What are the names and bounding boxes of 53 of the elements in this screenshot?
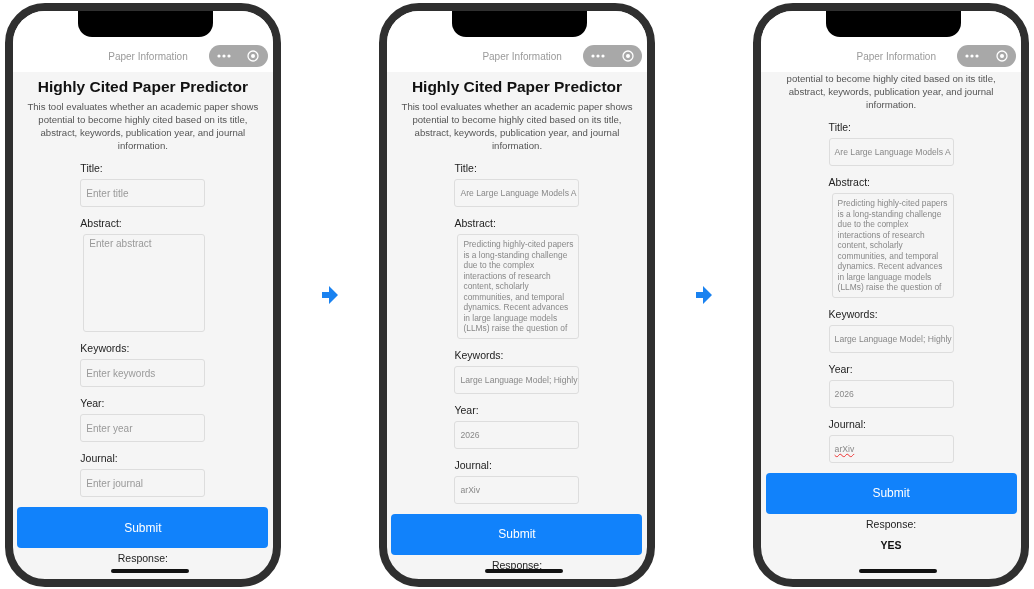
text-area[interactable]: Enter abstract [83,234,206,332]
input-field[interactable]: arXiv [454,475,580,504]
response-label: Response: [491,558,543,571]
field-label: Title: [828,121,852,134]
input-field[interactable]: Large Language Model; Highly [828,324,954,353]
field-label: Abstract: [828,176,872,189]
menu-capsule[interactable] [208,45,268,67]
submit-button[interactable]: Submit [17,507,269,548]
field-label: Year: [454,403,480,417]
input-field[interactable]: Are Large Language Models A [454,179,580,207]
text-area[interactable]: Predicting highly-cited papers is a long-standing challenge due to the complex interactions of research content, scholarly communities, and temporal dynamics. Recent advances in large language models (LLMs) raise the question of [831,193,954,298]
response-value: YES [880,538,902,551]
more-icon[interactable] [965,54,980,58]
right-arrow-icon [321,286,338,304]
input-field[interactable]: Enter year [80,414,206,442]
menu-capsule[interactable] [582,45,642,67]
input-field[interactable]: Large Language Model; Highly [454,365,580,394]
input-field[interactable]: 2026 [454,420,580,449]
description-text: potential to become highly cited based on its title, abstract, keywords, publication year, and journal information. [785,72,997,111]
description-text: This tool evaluates whether an academic paper shows potential to become highly cited based on its title, abstract, keywords, publication year, and journal information. [400,100,634,152]
input-field[interactable]: Are Large Language Models A [828,138,954,166]
input-field[interactable]: Enter journal [80,469,206,497]
input-field[interactable]: Enter title [80,179,206,207]
submit-button[interactable]: Submit [391,513,643,555]
submit-button[interactable]: Submit [765,472,1017,514]
right-arrow-icon [696,286,713,304]
input-field[interactable]: 2026 [828,379,954,408]
field-label: Keywords: [80,342,131,355]
field-label: Abstract: [454,217,497,230]
field-label: Journal: [454,458,493,472]
nav-title: Paper Information [481,51,563,62]
response-label: Response: [866,517,917,530]
field-label: Journal: [80,452,119,465]
page-heading: Highly Cited Paper Predictor [37,78,248,96]
field-label: Abstract: [80,217,123,230]
response-label: Response: [117,552,168,564]
field-label: Keywords: [454,348,505,362]
field-label: Title: [80,162,104,175]
more-icon[interactable] [217,54,231,58]
page-heading: Highly Cited Paper Predictor [411,78,623,96]
nav-title: Paper Information [855,51,937,62]
field-label: Year: [80,397,106,410]
description-text: This tool evaluates whether an academic paper shows potential to become highly cited based on its title, abstract, keywords, publication year, and journal information. [26,100,260,152]
menu-capsule[interactable] [957,45,1016,67]
nav-title: Paper Information [107,51,189,62]
text-area[interactable]: Predicting highly-cited papers is a long-standing challenge due to the complex interactions of research content, scholarly communities, and temporal dynamics. Recent advances in large language models (LLMs) raise the question of [457,234,580,339]
input-field[interactable]: arXiv [828,434,954,463]
field-label: Keywords: [828,307,879,321]
field-label: Journal: [828,417,867,431]
input-field[interactable]: Enter keywords [80,359,206,387]
field-label: Year: [828,362,854,376]
more-icon[interactable] [591,54,606,58]
field-label: Title: [454,162,478,175]
